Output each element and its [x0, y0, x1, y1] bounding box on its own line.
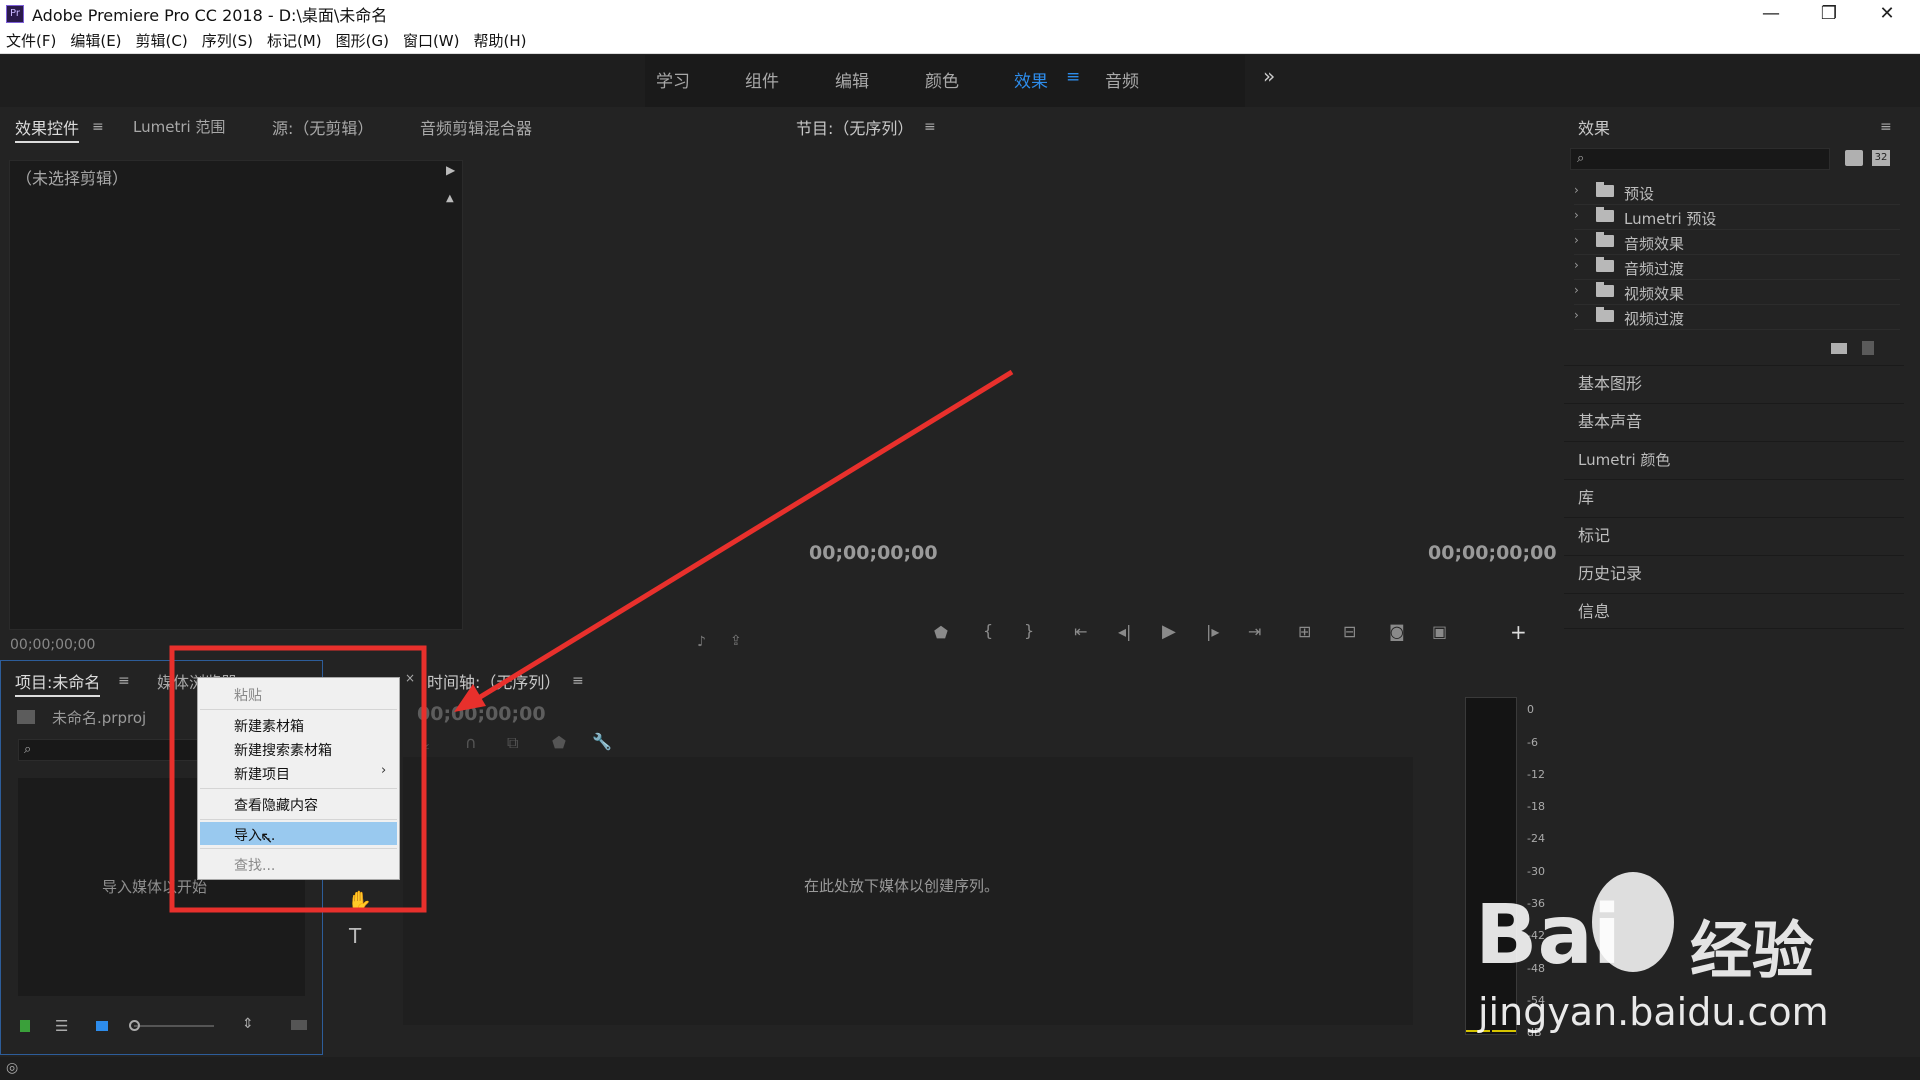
paw-logo-icon: [1592, 872, 1674, 972]
arrow-head: [454, 684, 486, 712]
watermark-url: jingyan.baidu.com: [1478, 990, 1829, 1034]
annotation-arrow: [470, 369, 1014, 705]
watermark-brand-cn: 经验: [1690, 914, 1815, 987]
highlight-box: [169, 645, 427, 913]
